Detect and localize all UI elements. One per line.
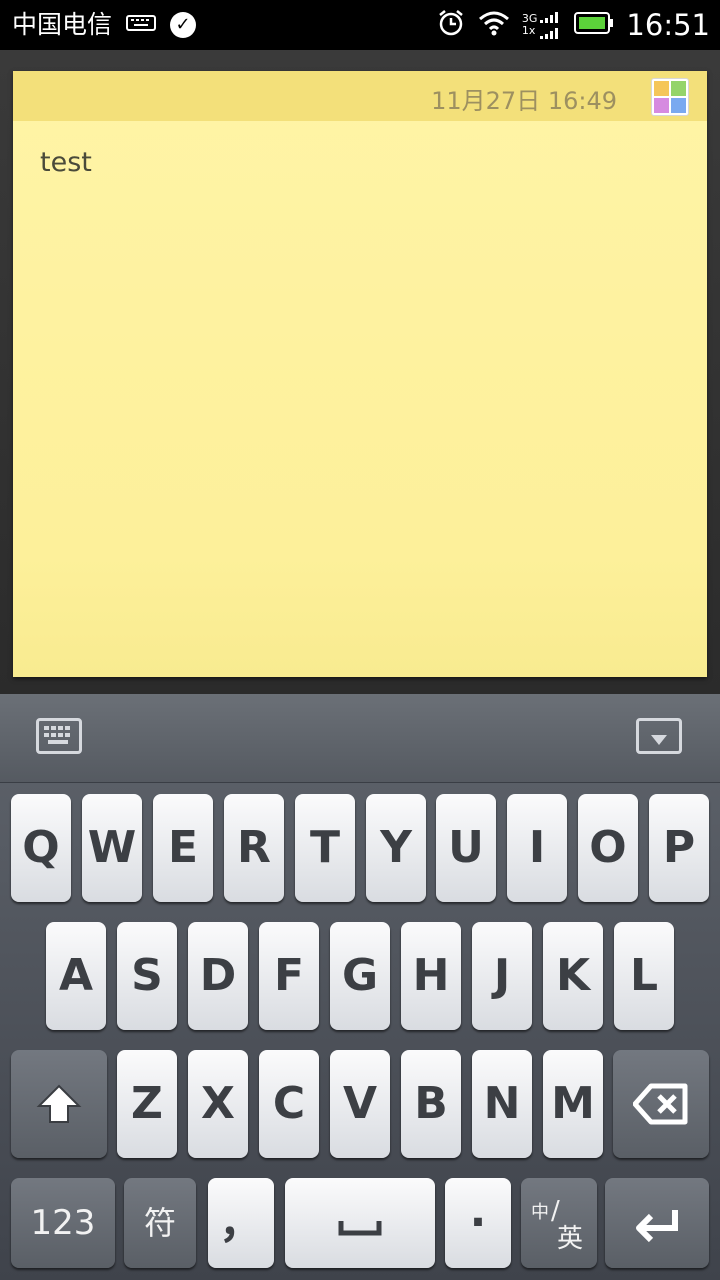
key-j[interactable]: J bbox=[472, 922, 532, 1030]
backspace-icon bbox=[632, 1083, 688, 1125]
shift-key[interactable] bbox=[11, 1050, 107, 1158]
key-y[interactable]: Y bbox=[366, 794, 426, 902]
keyboard-notification-icon bbox=[126, 13, 157, 37]
wifi-icon bbox=[478, 10, 510, 40]
key-b[interactable]: B bbox=[401, 1050, 461, 1158]
carrier-name: 中国电信 bbox=[12, 10, 113, 39]
note-date: 11月27日 16:49 bbox=[431, 87, 617, 115]
enter-arrow-icon bbox=[636, 1210, 678, 1243]
symbols-key[interactable]: 符 bbox=[124, 1178, 196, 1268]
color-swatch-blue bbox=[671, 98, 686, 113]
key-d[interactable]: D bbox=[188, 922, 248, 1030]
status-bar: 中国电信 ✓ 3G 1x 16:51 bbox=[0, 0, 720, 50]
key-f[interactable]: F bbox=[259, 922, 319, 1030]
note-color-picker-button[interactable] bbox=[651, 78, 689, 116]
numbers-key[interactable]: 123 bbox=[11, 1178, 115, 1268]
backspace-key[interactable] bbox=[613, 1050, 709, 1158]
language-switch-key[interactable]: 中 / 英 bbox=[521, 1178, 597, 1268]
lang-chinese-label: 中 bbox=[531, 1202, 549, 1223]
key-g[interactable]: G bbox=[330, 922, 390, 1030]
note-sheet[interactable]: 11月27日 16:49 test bbox=[13, 71, 707, 677]
key-z[interactable]: Z bbox=[117, 1050, 177, 1158]
key-e[interactable]: E bbox=[153, 794, 213, 902]
key-n[interactable]: N bbox=[472, 1050, 532, 1158]
key-x[interactable]: X bbox=[188, 1050, 248, 1158]
keyboard-switch-icon[interactable] bbox=[36, 718, 82, 754]
key-m[interactable]: M bbox=[543, 1050, 603, 1158]
key-l[interactable]: L bbox=[614, 922, 674, 1030]
color-swatch-purple bbox=[654, 98, 669, 113]
key-v[interactable]: V bbox=[330, 1050, 390, 1158]
key-q[interactable]: Q bbox=[11, 794, 71, 902]
key-a[interactable]: A bbox=[46, 922, 106, 1030]
key-c[interactable]: C bbox=[259, 1050, 319, 1158]
key-h[interactable]: H bbox=[401, 922, 461, 1030]
comma-key[interactable]: ， bbox=[208, 1178, 274, 1268]
mobile-signal-icon: 3G 1x bbox=[522, 10, 563, 40]
clock-time: 16:51 bbox=[626, 8, 710, 42]
hide-keyboard-icon[interactable] bbox=[636, 718, 682, 754]
color-swatch-green bbox=[671, 81, 686, 96]
check-circle-icon: ✓ bbox=[170, 12, 197, 38]
key-k[interactable]: K bbox=[543, 922, 603, 1030]
note-header: 11月27日 16:49 bbox=[13, 71, 707, 121]
alarm-clock-icon bbox=[436, 8, 466, 42]
battery-icon bbox=[574, 11, 614, 39]
key-p[interactable]: P bbox=[649, 794, 709, 902]
keyboard-toolbar bbox=[0, 694, 720, 783]
lang-english-label: 英 bbox=[557, 1224, 584, 1254]
network-type-bottom: 1x bbox=[521, 24, 536, 37]
key-r[interactable]: R bbox=[224, 794, 284, 902]
key-u[interactable]: U bbox=[436, 794, 496, 902]
enter-key[interactable] bbox=[605, 1178, 709, 1268]
color-swatch-orange bbox=[654, 81, 669, 96]
key-i[interactable]: I bbox=[507, 794, 567, 902]
soft-keyboard: Q W E R T Y U I O P A S D F G H J K L Z … bbox=[0, 694, 720, 1280]
key-t[interactable]: T bbox=[295, 794, 355, 902]
key-o[interactable]: O bbox=[578, 794, 638, 902]
note-body-text[interactable]: test bbox=[40, 147, 92, 178]
space-bar-icon bbox=[338, 1221, 382, 1236]
key-s[interactable]: S bbox=[117, 922, 177, 1030]
key-w[interactable]: W bbox=[82, 794, 142, 902]
space-key[interactable] bbox=[285, 1178, 435, 1268]
shift-arrow-icon bbox=[36, 1084, 82, 1123]
period-key[interactable]: · bbox=[445, 1178, 511, 1268]
